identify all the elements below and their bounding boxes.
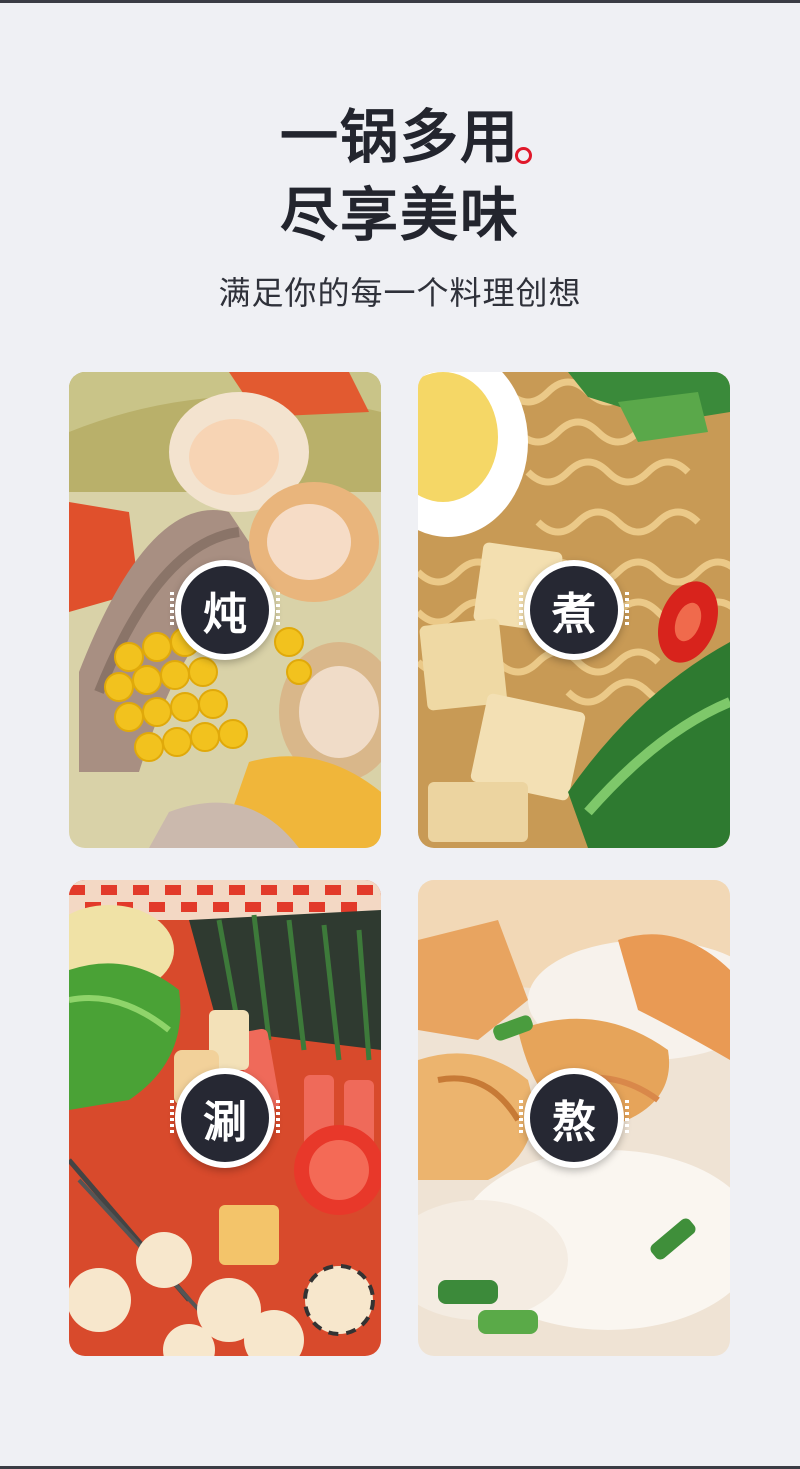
card-simmer[interactable]: 熬 [418, 880, 730, 1356]
card-hotpot[interactable]: 涮 [69, 880, 381, 1356]
top-divider [0, 0, 800, 3]
headline-line-1: 一锅多用 [0, 108, 800, 166]
badge-stew: 炖 [170, 560, 280, 660]
subtitle: 满足你的每一个料理创想 [218, 274, 582, 312]
headline-line-2: 尽享美味 [279, 181, 520, 249]
card-stew[interactable]: 炖 [69, 372, 381, 848]
red-circle-accent [515, 147, 532, 164]
badge-hotpot: 涮 [170, 1068, 280, 1168]
badge-simmer: 熬 [519, 1068, 629, 1168]
badge-boil: 煮 [519, 560, 629, 660]
card-boil[interactable]: 煮 [418, 372, 730, 848]
headline-text-1: 一锅多用 [279, 103, 520, 171]
